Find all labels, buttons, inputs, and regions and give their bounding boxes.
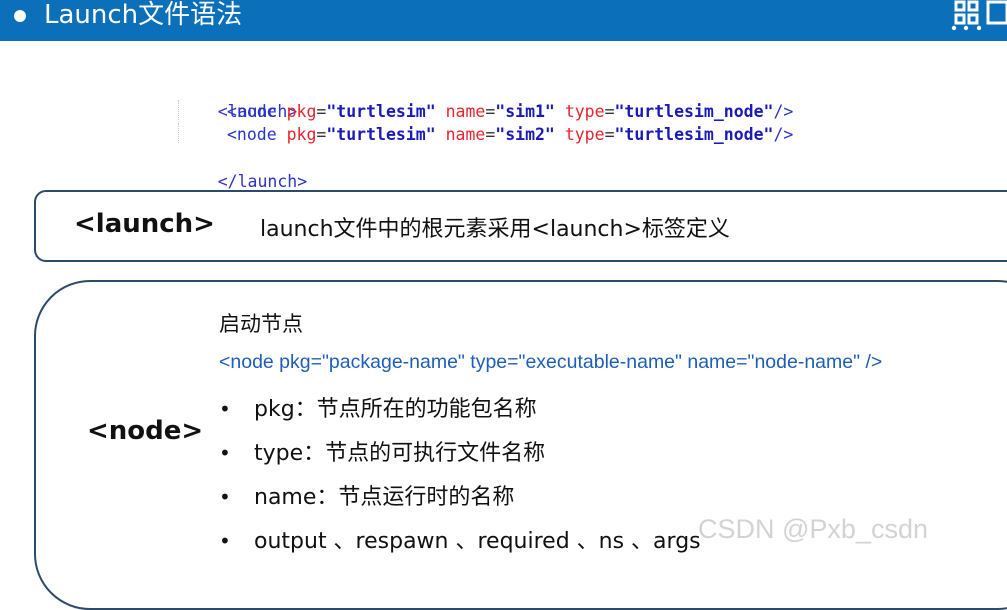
list-item: • name：节点运行时的名称 (219, 479, 514, 511)
code-line-node-sim2: <node pkg="turtlesim" name="sim2" type="… (178, 123, 793, 147)
node-heading: 启动节点 (219, 312, 303, 336)
code-line-launch-close: </launch> (178, 147, 793, 191)
code-eq: = (485, 125, 496, 144)
code-node-open: <node (227, 125, 287, 144)
bullet-dot: • (219, 529, 231, 553)
code-val-pkg: "turtlesim" (326, 101, 436, 121)
code-line-node-sim1: <node pkg="turtlesim" name="sim1" type="… (178, 99, 794, 124)
node-tag-label: <node> (87, 416, 204, 446)
list-item: • type：节点的可执行文件名称 (219, 435, 545, 467)
watermark: CSDN @Pxb_csdn (698, 514, 928, 544)
code-indent-guide (178, 123, 227, 143)
code-attr-type: type (564, 125, 605, 144)
code-val-name: "sim2" (495, 125, 555, 144)
list-item-text: name：节点运行时的名称 (254, 485, 515, 510)
code-eq: = (485, 101, 496, 121)
code-val-pkg: "turtlesim" (326, 125, 436, 144)
code-launch-close-tag: </launch> (217, 172, 308, 191)
list-item: • output 、respawn 、required 、ns 、args (219, 523, 701, 555)
code-attr-name: name (445, 101, 486, 121)
code-snippet: <launch> <node pkg="turtlesim" name="sim… (178, 76, 794, 191)
code-eq: = (604, 101, 615, 121)
node-syntax-example: <node pkg="package-name" type="executabl… (219, 351, 883, 373)
list-item-text: output 、respawn 、required 、ns 、args (254, 529, 701, 554)
code-eq: = (316, 101, 327, 121)
title-bullet-dot (14, 10, 26, 22)
bullet-dot: • (219, 485, 231, 509)
code-eq: = (316, 125, 327, 144)
launch-tag-label: <launch> (74, 209, 215, 239)
page-title: Launch文件语法 (44, 0, 243, 30)
list-item: • pkg：节点所在的功能包名称 (219, 391, 537, 423)
list-item-text: pkg：节点所在的功能包名称 (254, 397, 537, 422)
bullet-dot: • (219, 441, 231, 465)
code-val-type: "turtlesim_node" (614, 101, 774, 121)
code-attr-type: type (564, 101, 605, 121)
code-node-close: /> (773, 125, 794, 144)
code-indent-guide (178, 99, 227, 120)
title-bar: Launch文件语法 (0, 0, 1007, 41)
bullet-dot: • (219, 397, 231, 421)
code-attr-name: name (445, 125, 486, 144)
code-val-type: "turtlesim_node" (614, 125, 774, 144)
launch-tag-description: launch文件中的根元素采用<launch>标签定义 (260, 217, 730, 242)
code-attr-pkg: pkg (286, 125, 317, 144)
code-node-open: <node (227, 101, 287, 121)
code-attr-pkg: pkg (286, 101, 317, 121)
grid-logo-icon (951, 0, 1007, 31)
list-item-text: type：节点的可执行文件名称 (254, 441, 546, 466)
code-node-close: /> (773, 101, 794, 121)
code-val-name: "sim1" (495, 101, 555, 121)
code-line-launch-open: <launch> (178, 76, 793, 121)
code-eq: = (604, 125, 615, 144)
